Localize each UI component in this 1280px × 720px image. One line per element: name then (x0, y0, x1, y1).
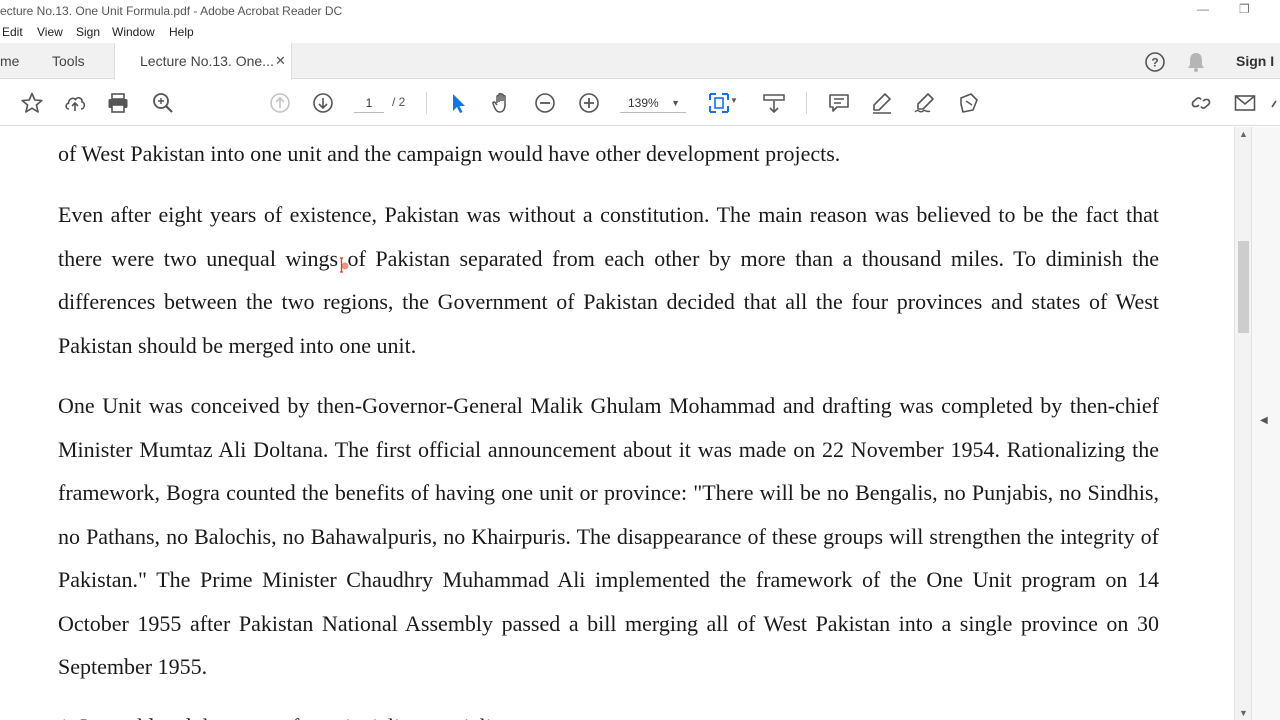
hand-tool-icon[interactable] (490, 91, 514, 115)
scroll-up-icon[interactable]: ▲ (1239, 129, 1248, 139)
document-paragraph: Even after eight years of existence, Pak… (58, 202, 1159, 358)
window-title: ecture No.13. One Unit Formula.pdf - Ado… (0, 4, 343, 18)
help-icon[interactable]: ? (1144, 51, 1166, 78)
sign-icon[interactable] (913, 91, 937, 115)
document-paragraph: One Unit was conceived by then-Governor-… (58, 393, 1159, 679)
bell-icon[interactable] (1186, 51, 1206, 78)
toolbar-divider (806, 92, 807, 114)
right-pane-collapsed: ◀ (1251, 127, 1280, 720)
zoom-in-icon[interactable] (577, 91, 601, 115)
page-total: / 2 (392, 95, 406, 109)
upload-cloud-icon[interactable] (63, 91, 87, 115)
search-zoom-icon[interactable] (151, 91, 175, 115)
tab-document[interactable]: Lecture No.13. One... ✕ (114, 43, 292, 80)
menu-window[interactable]: Window (112, 25, 155, 39)
text-cursor-icon (338, 257, 350, 273)
document-view[interactable]: of West Pakistan into one unit and the c… (0, 127, 1234, 720)
zoom-out-icon[interactable] (533, 91, 557, 115)
page-down-icon[interactable] (311, 91, 335, 115)
close-icon[interactable]: ✕ (275, 43, 286, 79)
email-icon[interactable] (1233, 91, 1257, 115)
scroll-down-icon[interactable]: ▼ (1239, 708, 1248, 718)
page-number-input[interactable]: 1 (354, 93, 384, 113)
comment-icon[interactable] (827, 91, 851, 115)
scroll-mode-icon[interactable] (762, 91, 786, 115)
select-pointer-icon[interactable] (446, 91, 470, 115)
more-tools-icon[interactable] (1270, 91, 1280, 115)
restore-button[interactable]: ❐ (1239, 2, 1250, 16)
tab-home[interactable]: me (0, 43, 40, 79)
stamp-icon[interactable] (957, 91, 981, 115)
zoom-select[interactable]: 139% ▼ (620, 93, 686, 113)
minimize-button[interactable]: — (1197, 2, 1209, 16)
page-up-icon[interactable] (268, 91, 292, 115)
bookmark-star-icon[interactable] (20, 91, 44, 115)
menu-view[interactable]: View (37, 25, 63, 39)
document-paragraph: of West Pakistan into one unit and the c… (58, 141, 841, 166)
menu-bar: Edit View Sign Window Help (0, 22, 1280, 43)
expand-pane-icon[interactable]: ◀ (1260, 415, 1268, 426)
toolbar: 1 / 2 139% ▼ ▼ (0, 80, 1280, 126)
zoom-value: 139% (628, 96, 659, 110)
tab-tools[interactable]: Tools (52, 43, 112, 79)
share-link-icon[interactable] (1189, 91, 1213, 115)
tab-document-label: Lecture No.13. One... (140, 53, 274, 69)
svg-text:?: ? (1151, 56, 1158, 70)
fit-page-icon[interactable] (707, 91, 731, 115)
vertical-scrollbar[interactable]: ▲ ▼ (1234, 127, 1251, 720)
menu-sign[interactable]: Sign (76, 25, 100, 39)
tab-bar: me Tools Lecture No.13. One... ✕ ? Sign … (0, 43, 1280, 80)
fit-options-chevron-icon[interactable]: ▼ (730, 96, 740, 120)
menu-help[interactable]: Help (169, 25, 194, 39)
sign-in-link[interactable]: Sign I (1236, 43, 1274, 79)
chevron-down-icon: ▼ (671, 98, 680, 108)
document-paragraph: 1. It would end the curse of provinciali… (58, 705, 1159, 720)
menu-edit[interactable]: Edit (2, 25, 23, 39)
highlight-pen-icon[interactable] (870, 91, 894, 115)
scrollbar-thumb[interactable] (1238, 241, 1249, 333)
title-bar: ecture No.13. One Unit Formula.pdf - Ado… (0, 0, 1280, 22)
toolbar-divider (426, 92, 427, 114)
print-icon[interactable] (106, 91, 130, 115)
